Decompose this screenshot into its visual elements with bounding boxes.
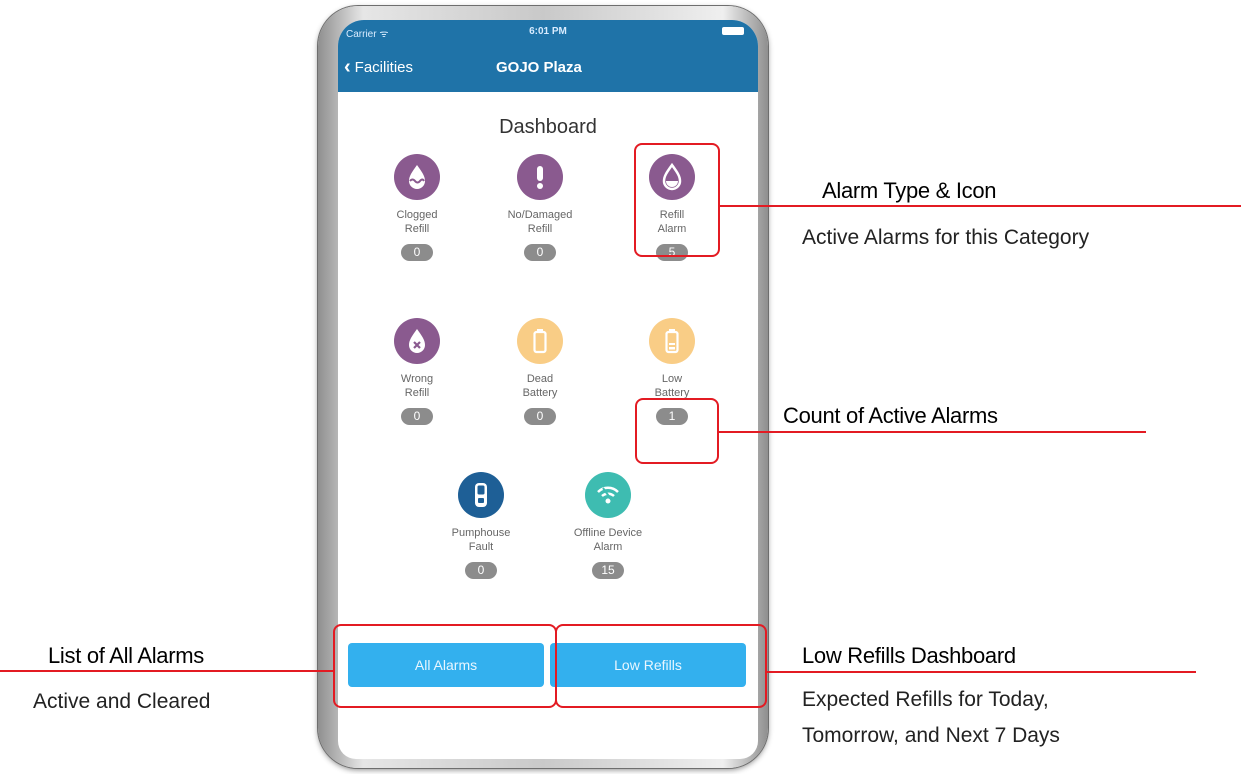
back-button-label: Facilities: [354, 58, 414, 76]
alarm-count-badge: 0: [465, 562, 497, 579]
clogged-refill-icon: [394, 154, 440, 200]
alarm-count-badge: 0: [524, 408, 556, 425]
alarm-type-callout-subtitle: Active Alarms for this Category: [802, 226, 1090, 249]
alarm-count-badge: 15: [592, 562, 624, 579]
tile-label: Pumphouse Fault: [451, 527, 511, 553]
wrong-refill-icon: [394, 318, 440, 364]
tile-label: Low Battery: [654, 373, 690, 399]
navigation-bar: Carrier ᯤ 6:01 PM ‹ Facilities GOJO Plaz…: [338, 20, 758, 92]
battery-icon: [722, 27, 744, 35]
low-refills-callout-subtitle-line1: Expected Refills for Today,: [802, 688, 1049, 711]
chevron-left-icon: ‹: [344, 56, 351, 78]
all-alarms-callout-title: List of All Alarms: [48, 643, 204, 668]
alarm-type-callout-title: Alarm Type & Icon: [822, 178, 997, 203]
count-highlight: [635, 398, 719, 464]
dead-battery-icon: [517, 318, 563, 364]
low-refills-callout-title: Low Refills Dashboard: [802, 643, 1016, 668]
tile-pumphouse-fault[interactable]: Pumphouse Fault 0: [421, 472, 541, 579]
tile-label: Wrong Refill: [400, 373, 434, 399]
tile-no-damaged-refill[interactable]: No/Damaged Refill 0: [480, 154, 600, 261]
tile-clogged-refill[interactable]: Clogged Refill 0: [357, 154, 477, 261]
tile-dead-battery[interactable]: Dead Battery 0: [480, 318, 600, 425]
tile-wrong-refill[interactable]: Wrong Refill 0: [357, 318, 477, 425]
all-alarms-callout-subtitle: Active and Cleared: [33, 690, 211, 713]
alarm-count-badge: 0: [524, 244, 556, 261]
pumphouse-icon: [458, 472, 504, 518]
nav-title: GOJO Plaza: [496, 59, 582, 76]
low-refills-highlight: [555, 624, 767, 708]
tile-label: Clogged Refill: [396, 209, 438, 235]
alarm-count-badge: 0: [401, 408, 433, 425]
all-alarms-leader-line: [0, 670, 333, 672]
count-callout-title: Count of Active Alarms: [783, 403, 998, 428]
tile-label: Offline Device Alarm: [573, 527, 643, 553]
alarm-type-leader-line: [718, 205, 1241, 207]
tile-label: No/Damaged Refill: [507, 209, 573, 235]
low-battery-icon: [649, 318, 695, 364]
low-refills-leader-line: [765, 671, 1196, 673]
count-leader-line: [717, 431, 1146, 433]
alarm-type-highlight: [634, 143, 720, 257]
back-button[interactable]: ‹ Facilities: [344, 57, 413, 77]
tile-label: Dead Battery: [522, 373, 558, 399]
tile-offline-device-alarm[interactable]: Offline Device Alarm 15: [548, 472, 668, 579]
exclamation-icon: [517, 154, 563, 200]
all-alarms-highlight: [333, 624, 557, 708]
offline-wifi-icon: [585, 472, 631, 518]
low-refills-callout-subtitle-line2: Tomorrow, and Next 7 Days: [802, 724, 1060, 747]
alarm-count-badge: 0: [401, 244, 433, 261]
status-time: 6:01 PM: [529, 26, 567, 37]
page-title: Dashboard: [499, 116, 597, 138]
